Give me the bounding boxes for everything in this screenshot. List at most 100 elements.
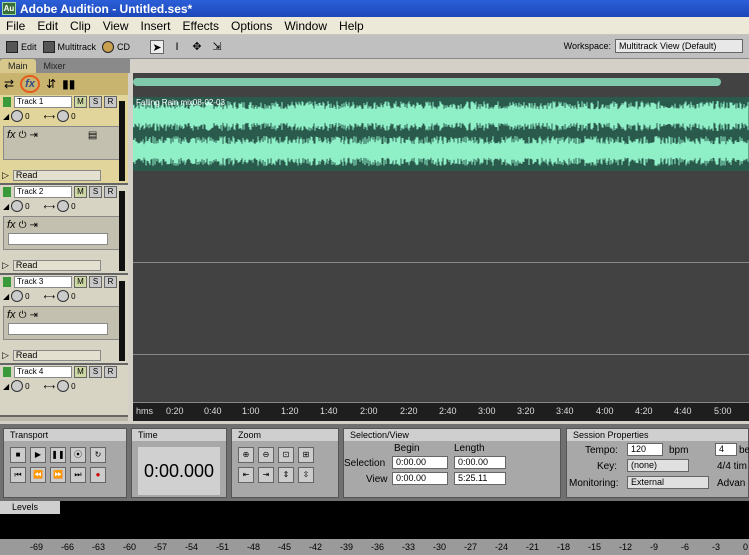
- stop-icon[interactable]: ■: [10, 447, 26, 463]
- eq-icon[interactable]: ▮▮: [62, 77, 75, 91]
- time-ruler[interactable]: hms 0:20 0:40 1:00 1:20 1:40 2:00 2:20 2…: [133, 403, 749, 421]
- time-selection-tool-icon[interactable]: I: [170, 40, 184, 54]
- fx-insert-slot[interactable]: [8, 323, 108, 335]
- mute-button[interactable]: M: [74, 366, 87, 378]
- menu-view[interactable]: View: [97, 19, 135, 33]
- ruler-tick: 2:20: [400, 406, 418, 416]
- play-from-cursor-icon[interactable]: ⦿: [70, 447, 86, 463]
- track-name-field[interactable]: Track 1: [14, 96, 72, 108]
- record-arm-button[interactable]: R: [104, 96, 117, 108]
- go-to-end-icon[interactable]: ⏭: [70, 467, 86, 483]
- cd-view-button[interactable]: CD: [102, 40, 130, 53]
- multitrack-timeline[interactable]: Falling Rain mix08-02-03 hms 0:20 0:40 1…: [132, 73, 749, 421]
- hybrid-tool-icon[interactable]: ⇲: [210, 40, 224, 54]
- track-2-lane[interactable]: [133, 171, 749, 263]
- beats-field[interactable]: 4: [715, 443, 737, 456]
- mute-button[interactable]: M: [74, 186, 87, 198]
- volume-knob[interactable]: [11, 110, 24, 122]
- audio-clip[interactable]: Falling Rain mix08-02-03: [132, 97, 749, 171]
- zoom-right-icon[interactable]: ⇥: [258, 467, 274, 483]
- solo-button[interactable]: S: [89, 186, 102, 198]
- zoom-full-icon[interactable]: ⊡: [278, 447, 294, 463]
- tempo-field[interactable]: 120: [627, 443, 663, 456]
- insert-icon[interactable]: ⇥: [29, 310, 37, 321]
- zoom-out-vertical-icon[interactable]: ⇳: [298, 467, 314, 483]
- zoom-selection-icon[interactable]: ⊞: [298, 447, 314, 463]
- power-icon[interactable]: ⏻: [19, 130, 27, 141]
- power-icon[interactable]: ⏻: [19, 310, 27, 321]
- time-signature[interactable]: 4/4 tim: [717, 461, 747, 472]
- fx-insert-slot[interactable]: [8, 233, 108, 245]
- ruler-tick: 3:00: [478, 406, 496, 416]
- solo-button[interactable]: S: [89, 276, 102, 288]
- expand-arrow-icon[interactable]: ▷: [2, 170, 9, 181]
- solo-button[interactable]: S: [89, 366, 102, 378]
- selection-begin-field[interactable]: 0:00.00: [392, 456, 448, 469]
- volume-knob[interactable]: [11, 200, 24, 212]
- tab-mixer[interactable]: Mixer: [36, 59, 74, 73]
- view-begin-field[interactable]: 0:00.00: [392, 472, 448, 485]
- expand-arrow-icon[interactable]: ▷: [2, 350, 9, 361]
- swap-icon[interactable]: ⇄: [4, 77, 14, 91]
- track-3-lane[interactable]: [133, 263, 749, 355]
- loop-icon[interactable]: ↻: [90, 447, 106, 463]
- tab-main[interactable]: Main: [0, 59, 36, 73]
- automation-mode-dropdown[interactable]: Read: [12, 349, 101, 361]
- go-to-start-icon[interactable]: ⏮: [10, 467, 26, 483]
- menu-effects[interactable]: Effects: [177, 19, 225, 33]
- automation-mode-dropdown[interactable]: Read: [12, 259, 101, 271]
- menu-file[interactable]: File: [0, 19, 31, 33]
- scrub-tool-icon[interactable]: ✥: [190, 40, 204, 54]
- track-name-field[interactable]: Track 3: [14, 276, 72, 288]
- pan-knob[interactable]: [57, 380, 70, 392]
- record-arm-button[interactable]: R: [104, 366, 117, 378]
- record-arm-button[interactable]: R: [104, 186, 117, 198]
- zoom-out-horizontal-icon[interactable]: ⊖: [258, 447, 274, 463]
- menu-edit[interactable]: Edit: [31, 19, 64, 33]
- volume-knob[interactable]: [11, 290, 24, 302]
- power-icon[interactable]: ⏻: [19, 220, 27, 231]
- menu-clip[interactable]: Clip: [64, 19, 97, 33]
- volume-knob[interactable]: [11, 380, 24, 392]
- zoom-in-vertical-icon[interactable]: ⇕: [278, 467, 294, 483]
- zoom-left-icon[interactable]: ⇤: [238, 467, 254, 483]
- pan-knob[interactable]: [57, 200, 70, 212]
- record-arm-button[interactable]: R: [104, 276, 117, 288]
- pause-icon[interactable]: ❚❚: [50, 447, 66, 463]
- insert-icon[interactable]: ⇥: [29, 220, 37, 231]
- fx-toggle-icon[interactable]: fx: [20, 75, 41, 93]
- menu-window[interactable]: Window: [278, 19, 333, 33]
- rewind-icon[interactable]: ⏪: [30, 467, 46, 483]
- edit-view-button[interactable]: Edit: [6, 40, 37, 53]
- advanced-button[interactable]: Advan: [717, 478, 745, 489]
- menu-help[interactable]: Help: [333, 19, 370, 33]
- mute-button[interactable]: M: [74, 96, 87, 108]
- solo-button[interactable]: S: [89, 96, 102, 108]
- route-icon[interactable]: ⇵: [46, 77, 56, 91]
- track-4-lane[interactable]: [133, 355, 749, 403]
- menu-options[interactable]: Options: [225, 19, 278, 33]
- mute-button[interactable]: M: [74, 276, 87, 288]
- levels-scale-tick: -51: [216, 542, 230, 552]
- insert-icon[interactable]: ⇥: [29, 130, 37, 141]
- pan-knob[interactable]: [57, 290, 70, 302]
- expand-arrow-icon[interactable]: ▷: [2, 260, 9, 271]
- automation-mode-dropdown[interactable]: Read: [12, 169, 101, 181]
- key-dropdown[interactable]: (none): [627, 459, 689, 472]
- workspace-dropdown[interactable]: Multitrack View (Default): [615, 39, 743, 53]
- track-name-field[interactable]: Track 4: [14, 366, 72, 378]
- track-name-field[interactable]: Track 2: [14, 186, 72, 198]
- fx-settings-icon[interactable]: ▤: [88, 130, 97, 141]
- multitrack-view-button[interactable]: Multitrack: [42, 40, 96, 53]
- menu-insert[interactable]: Insert: [135, 19, 177, 33]
- pan-knob[interactable]: [57, 110, 70, 122]
- fast-forward-icon[interactable]: ⏩: [50, 467, 66, 483]
- monitoring-dropdown[interactable]: External: [627, 476, 709, 489]
- record-icon[interactable]: ●: [90, 467, 106, 483]
- play-icon[interactable]: ▶: [30, 447, 46, 463]
- selection-length-field[interactable]: 0:00.00: [454, 456, 506, 469]
- move-tool-icon[interactable]: ➤: [150, 39, 165, 54]
- horizontal-zoom-scrollbar[interactable]: [133, 78, 721, 86]
- view-length-field[interactable]: 5:25.11: [454, 472, 506, 485]
- zoom-in-horizontal-icon[interactable]: ⊕: [238, 447, 254, 463]
